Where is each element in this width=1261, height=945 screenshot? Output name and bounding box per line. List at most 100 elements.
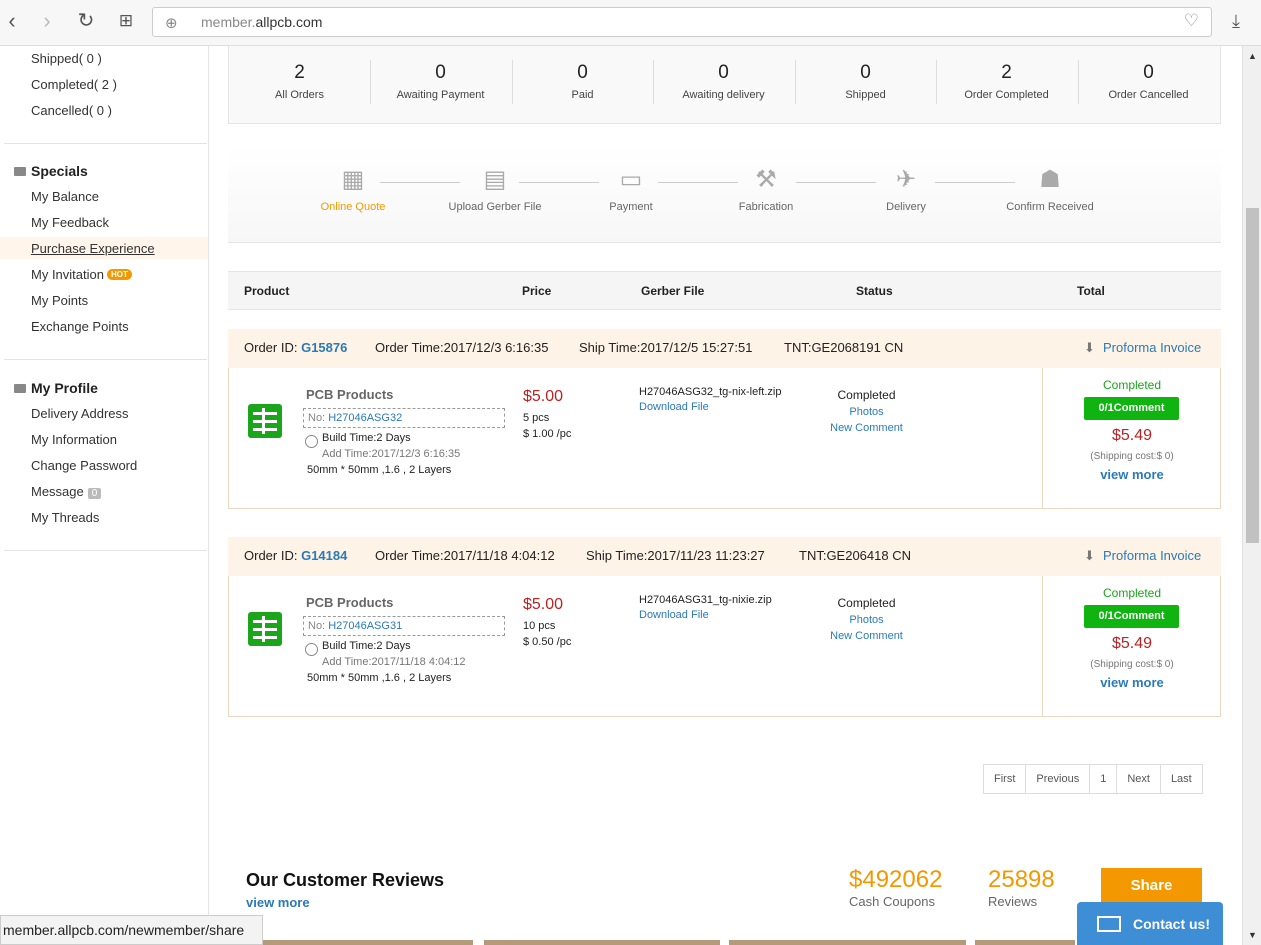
scroll-down-icon[interactable]: ▼ [1247,930,1258,940]
reviews-label: Reviews [988,894,1038,909]
build-time: Build Time:2 Days [322,432,411,444]
back-icon[interactable]: ‹ [0,10,24,34]
plane-icon: ✈ [895,166,917,193]
sidebar-item-purchase-experience[interactable]: Purchase Experience [31,241,155,256]
gerber-filename: H27046ASG31_tg-nixie.zip [639,594,772,606]
sidebar-item-delivery-address[interactable]: Delivery Address [31,406,129,421]
photos-link[interactable]: Photos [789,406,944,418]
sidebar-item-shipped[interactable]: Shipped( 0 ) [31,51,102,66]
order-id-link[interactable]: G14184 [301,548,347,563]
page-scrollbar[interactable]: ▲ ▼ [1242,46,1261,945]
product-number-link[interactable]: H27046ASG32 [328,412,402,424]
sidebar-divider [4,143,207,144]
review-thumbnail[interactable] [975,940,1075,945]
sidebar-item-my-invitation[interactable]: My Invitation HOT [31,267,132,282]
photos-link[interactable]: Photos [789,614,944,626]
price: $5.00 [523,596,564,613]
reviews-title: Our Customer Reviews [246,870,445,890]
order-completed-status: Completed [1102,586,1162,600]
download-arrow-icon: ⬇ [1084,340,1095,355]
proforma-invoice-link[interactable]: Proforma Invoice [1103,340,1201,355]
stat-paid[interactable]: 0 Paid [512,46,653,124]
quantity: 10 pcs [523,620,556,632]
new-comment-link[interactable]: New Comment [789,630,944,642]
tabs-grid-icon[interactable]: ⊞ [114,10,138,34]
step-fabrication: ⚒ Fabrication [738,166,794,213]
sidebar-item-change-password[interactable]: Change Password [31,458,137,473]
stat-all-orders[interactable]: 2 All Orders [229,46,370,124]
unit-price: $ 0.50 /pc [523,636,572,648]
wrench-icon: ⚒ [755,166,777,193]
sidebar-item-my-balance[interactable]: My Balance [31,189,99,204]
order-status: Completed [837,596,896,610]
sidebar-item-my-information[interactable]: My Information [31,432,117,447]
step-confirm-received: ☗ Confirm Received [1006,166,1094,213]
ship-time: Ship Time:2017/11/23 11:23:27 [586,548,765,563]
address-bar[interactable]: ⊕ member.allpcb.com ♡ [152,7,1212,37]
product-name: PCB Products [306,387,394,402]
scroll-up-icon[interactable]: ▲ [1247,51,1258,61]
stat-shipped[interactable]: 0 Shipped [795,46,936,124]
sidebar-item-exchange-points[interactable]: Exchange Points [31,319,129,334]
download-file-link[interactable]: Download File [639,401,709,413]
sidebar-item-completed[interactable]: Completed( 2 ) [31,77,117,92]
pager-first[interactable]: First [983,764,1027,794]
specials-heading: Specials [14,163,88,179]
reviews-view-more-link[interactable]: view more [246,895,310,910]
product-number: No: H27046ASG32 [303,408,505,428]
th-gerber: Gerber File [641,284,705,298]
cash-coupons-count: $492062 [849,866,943,893]
comment-button[interactable]: 0/1Comment [1084,605,1179,628]
comment-button[interactable]: 0/1Comment [1084,397,1179,420]
profile-heading: My Profile [14,380,98,396]
scroll-thumb[interactable] [1246,208,1259,543]
order-completed-status: Completed [1102,378,1162,392]
sidebar-item-my-points[interactable]: My Points [31,293,88,308]
forward-icon[interactable]: › [35,10,59,34]
download-file-link[interactable]: Download File [639,609,709,621]
share-button[interactable]: Share [1101,868,1202,904]
pcb-product-icon [248,612,282,646]
pager-page-1[interactable]: 1 [1089,764,1118,794]
order-header: Order ID: G15876 Order Time:2017/12/3 6:… [228,329,1221,368]
view-more-link[interactable]: view more [1043,675,1221,690]
new-comment-link[interactable]: New Comment [789,422,944,434]
sidebar-item-my-feedback[interactable]: My Feedback [31,215,109,230]
review-thumbnail[interactable] [729,940,966,945]
sidebar-item-message[interactable]: Message 0 [31,484,102,499]
link-status-bar: member.allpcb.com/newmember/share [0,915,263,945]
reload-icon[interactable]: ↻ [74,10,98,34]
product-spec: 50mm * 50mm ,1.6 , 2 Layers [307,672,452,684]
calculator-icon: ▦ [341,166,365,193]
pager-next[interactable]: Next [1116,764,1161,794]
heart-icon[interactable]: ♡ [1184,11,1199,31]
stat-order-cancelled[interactable]: 0 Order Cancelled [1078,46,1219,124]
contact-us-button[interactable]: Contact us! [1077,902,1223,945]
address-text: member.allpcb.com [201,14,323,30]
review-thumbnail[interactable] [484,940,720,945]
message-count-badge: 0 [87,488,102,499]
order-row: PCB Products No: H27046ASG31 Build Time:… [228,576,1221,717]
download-icon[interactable]: ⤓ [1224,10,1248,34]
sidebar-item-my-threads[interactable]: My Threads [31,510,99,525]
stat-order-completed[interactable]: 2 Order Completed [936,46,1077,124]
pager-previous[interactable]: Previous [1025,764,1091,794]
stat-awaiting-payment[interactable]: 0 Awaiting Payment [370,46,511,124]
order-id-link[interactable]: G15876 [301,340,347,355]
shipping-cost: (Shipping cost:$ 0) [1090,659,1174,670]
browser-toolbar: ‹ › ↻ ⊞ ⊕ member.allpcb.com ♡ ⤓ [0,0,1261,46]
review-thumbnail[interactable] [255,940,473,945]
pager-last[interactable]: Last [1159,764,1203,794]
step-payment: ▭ Payment [609,166,653,213]
gerber-filename: H27046ASG32_tg-nix-left.zip [639,386,782,398]
reviews-count: 25898 [988,866,1055,893]
sidebar-item-cancelled[interactable]: Cancelled( 0 ) [31,103,112,118]
order-id: Order ID: G14184 [244,548,348,563]
stat-awaiting-delivery[interactable]: 0 Awaiting delivery [653,46,794,124]
proforma-invoice-link[interactable]: Proforma Invoice [1103,548,1201,563]
th-product: Product [244,284,290,298]
product-name: PCB Products [306,595,394,610]
envelope-icon [1097,916,1121,932]
product-number-link[interactable]: H27046ASG31 [328,620,402,632]
view-more-link[interactable]: view more [1043,467,1221,482]
